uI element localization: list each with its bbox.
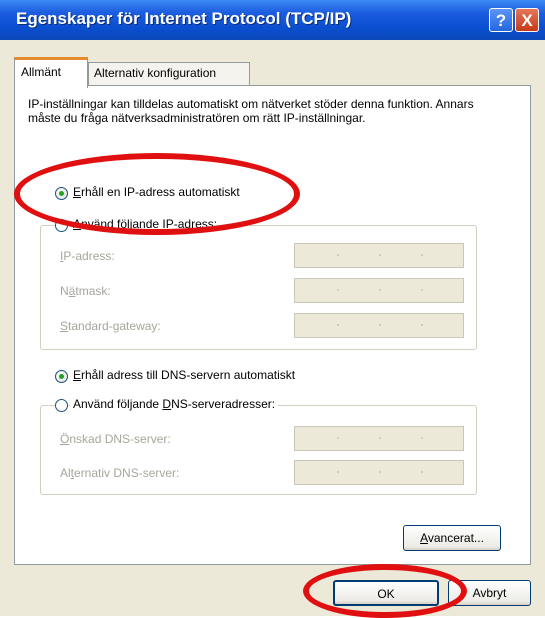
annotation-circle-ok	[303, 564, 467, 618]
annotation-circle-ip-auto	[14, 153, 300, 235]
close-button[interactable]: X	[515, 8, 539, 32]
cancel-label: Avbryt	[472, 586, 507, 600]
help-button[interactable]: ?	[489, 8, 513, 32]
title-bar[interactable]: Egenskaper för Internet Protocol (TCP/IP…	[0, 0, 545, 40]
help-icon: ?	[495, 11, 507, 30]
default-gateway-label: Standard-gateway:	[60, 319, 161, 333]
ip-address-field	[294, 243, 464, 268]
preferred-dns-field	[294, 426, 464, 451]
dialog-window: Egenskaper för Internet Protocol (TCP/IP…	[0, 0, 545, 618]
tab-label: Allmänt	[21, 65, 62, 79]
alternate-dns-field	[294, 460, 464, 485]
tab-label: Alternativ konfiguration	[94, 66, 217, 80]
tab-general[interactable]: Allmänt	[14, 57, 88, 88]
description-text: IP-inställningar kan tilldelas automatis…	[28, 97, 474, 125]
ip-address-label: IP-adress:	[60, 249, 115, 263]
dns-auto-label[interactable]: Erhåll adress till DNS-servern automatis…	[73, 368, 295, 382]
window-title: Egenskaper för Internet Protocol (TCP/IP…	[16, 9, 352, 28]
default-gateway-field	[294, 313, 464, 338]
alternate-dns-label: Alternativ DNS-server:	[60, 466, 180, 480]
tab-alternative-configuration[interactable]: Alternativ konfiguration	[88, 62, 250, 86]
subnet-mask-label: Nätmask:	[60, 284, 111, 298]
dns-manual-radio[interactable]	[55, 399, 68, 412]
preferred-dns-label: Önskad DNS-server:	[60, 432, 171, 446]
subnet-mask-field	[294, 278, 464, 303]
dns-auto-radio[interactable]	[55, 370, 68, 383]
dns-manual-label[interactable]: Använd följande DNS-serveradresser:	[70, 397, 279, 411]
advanced-button[interactable]: Avancerat...	[403, 525, 501, 551]
close-icon: X	[521, 11, 533, 30]
